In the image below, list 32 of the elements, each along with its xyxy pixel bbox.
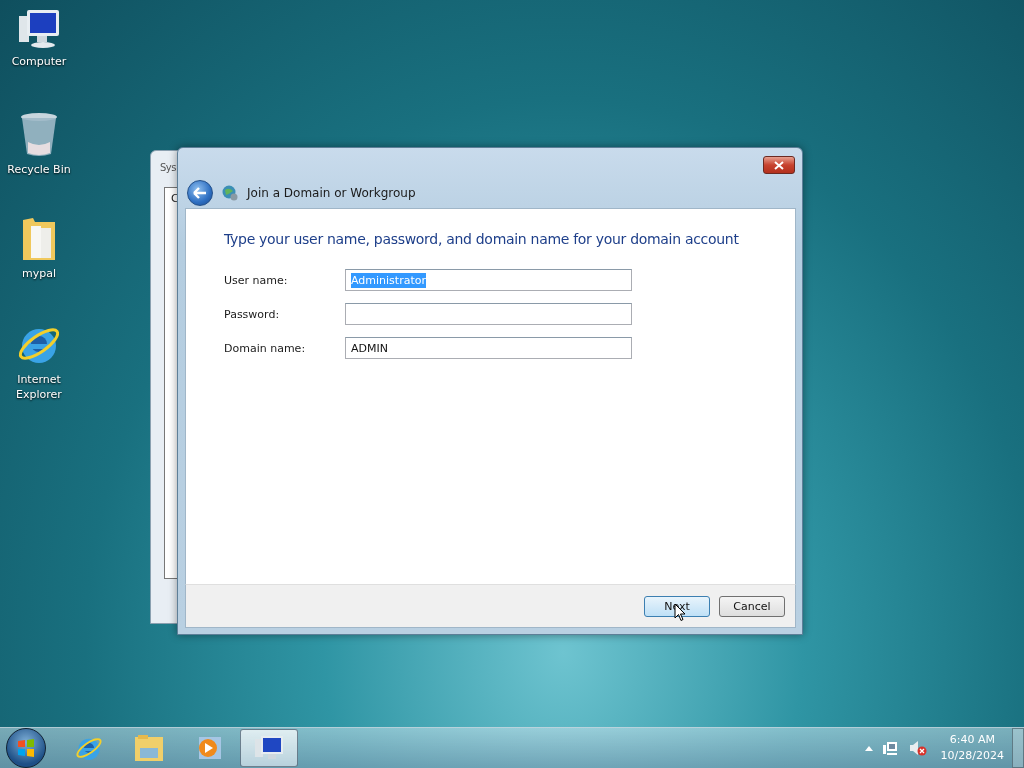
- folder-icon: [134, 734, 164, 762]
- dialog-button[interactable]: Cancel: [719, 595, 785, 617]
- muted-speaker-icon[interactable]: [908, 740, 927, 756]
- desktop-icon-label[interactable]: Internet Explorer: [4, 372, 74, 402]
- computer-icon: [254, 735, 284, 761]
- folder-icon[interactable]: [21, 216, 57, 262]
- field-label: User name:: [224, 273, 289, 287]
- play-icon: [196, 735, 222, 761]
- back-button[interactable]: [187, 180, 213, 206]
- tab-label: C: [171, 192, 179, 205]
- recycle-bin-icon[interactable]: [19, 112, 59, 158]
- desktop-icon-label[interactable]: Recycle Bin: [4, 162, 74, 177]
- computer-icon[interactable]: [17, 8, 61, 50]
- show-desktop-button[interactable]: [1012, 728, 1024, 768]
- start-button[interactable]: [6, 728, 46, 768]
- show-hidden-icons-icon[interactable]: [864, 745, 873, 751]
- input-field[interactable]: [345, 303, 632, 325]
- window-title: Sys: [160, 162, 176, 173]
- desktop-icon-label[interactable]: Computer: [4, 54, 74, 69]
- field-label: Password:: [224, 307, 281, 321]
- field-label: Domain name:: [224, 341, 307, 355]
- back-arrow-icon: [193, 187, 207, 199]
- close-button[interactable]: [763, 156, 795, 174]
- instruction-heading: Type your user name, password, and domain name for your domain account: [224, 231, 740, 247]
- windows-logo-icon: [16, 738, 36, 758]
- desktop-icon-label[interactable]: mypal: [4, 266, 74, 281]
- computer-taskbar-button[interactable]: [240, 729, 298, 767]
- network-globe-icon: [221, 184, 239, 202]
- close-icon: [774, 160, 784, 170]
- input-field[interactable]: ADMIN: [345, 337, 632, 359]
- network-icon[interactable]: [882, 740, 899, 756]
- dialog-title: Join a Domain or Workgroup: [247, 186, 416, 200]
